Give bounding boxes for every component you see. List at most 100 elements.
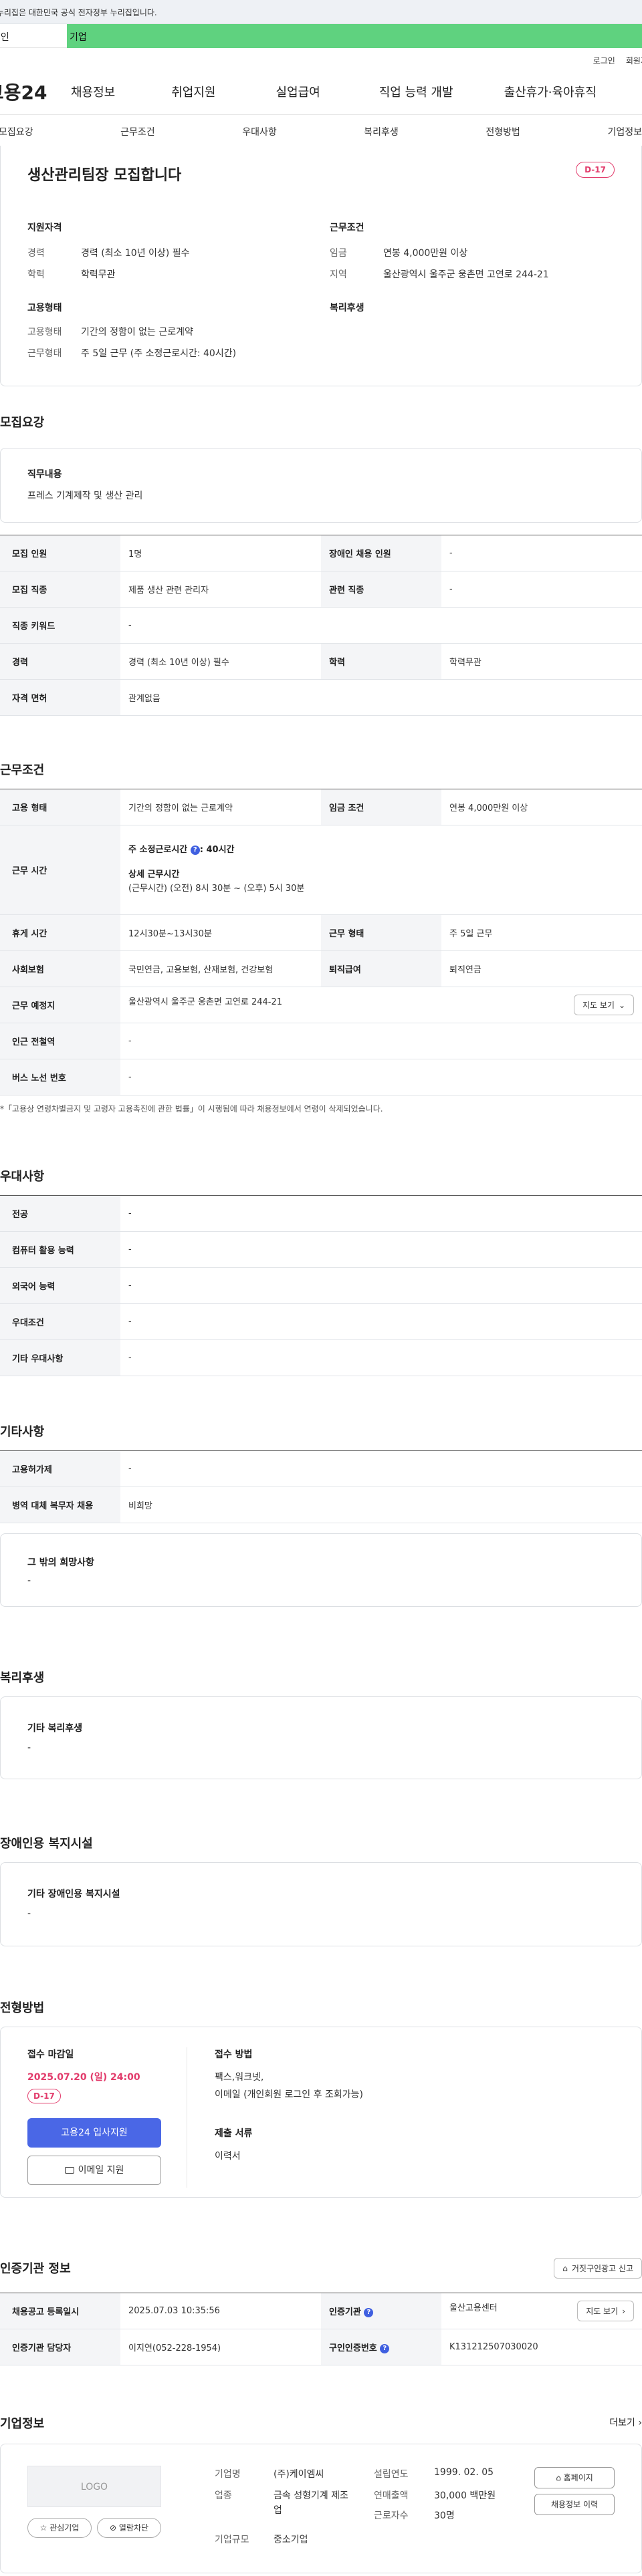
- subtab-recruit[interactable]: 모집요강: [0, 125, 33, 138]
- subtab-work-conditions[interactable]: 근무조건: [120, 125, 155, 138]
- welfare-summary-heading: 복리후생: [330, 303, 364, 313]
- work-conditions-heading: 근무조건: [0, 763, 45, 777]
- cell-value: -: [120, 1231, 642, 1268]
- recruit-table: 모집 인원 1명 장애인 채용 인원 - 모집 직종 제품 생산 관련 관리자 …: [0, 535, 642, 716]
- table-row: 직종 키워드 -: [0, 607, 642, 644]
- table-row: 채용공고 등록일시 2025.07.03 10:35:56 인증기관 ? 울산고…: [0, 2293, 642, 2329]
- company-field-label: 설립연도: [374, 2469, 409, 2480]
- report-false-ad-button[interactable]: ⌂ 거짓구인광고 신고: [554, 2258, 642, 2279]
- homepage-button[interactable]: ⌂ 홈페이지: [534, 2467, 615, 2488]
- cell-value: 1명: [120, 535, 321, 571]
- cell-label: 고용 형태: [0, 789, 120, 825]
- gnb-item-unemployment-benefits[interactable]: 실업급여: [276, 83, 320, 100]
- cell-label: 인증기관 ?: [321, 2293, 441, 2329]
- qualification-heading: 지원자격: [27, 223, 62, 233]
- qual-label: 경력: [27, 248, 45, 259]
- selection-heading: 전형방법: [0, 2001, 45, 2015]
- cell-value: 12시30분~13시30분: [120, 914, 321, 951]
- subtab-selection[interactable]: 전형방법: [486, 125, 520, 138]
- table-row: 근무 시간 주 소정근로시간 ?: 40시간 상세 근무시간 (근무시간) (오…: [0, 825, 642, 915]
- subtab-welfare[interactable]: 복리후생: [364, 125, 399, 138]
- job-history-button[interactable]: 채용정보 이력: [534, 2494, 615, 2515]
- company-field-label: 연매출액: [374, 2490, 409, 2501]
- info-icon[interactable]: ?: [364, 2307, 374, 2317]
- work-conditions-table: 고용 형태 기간의 정함이 없는 근로계약 임금 조건 연봉 4,000만원 이…: [0, 789, 642, 1096]
- subtab-company[interactable]: 기업정보: [607, 125, 642, 138]
- house-icon: ⌂: [562, 2263, 568, 2273]
- block-view-button[interactable]: ⊘ 열람차단: [97, 2518, 161, 2538]
- emp-label: 고용형태: [27, 327, 62, 338]
- company-field-value: 30명: [434, 2510, 455, 2521]
- cell-value: -: [120, 1059, 642, 1096]
- cert-map-button[interactable]: 지도 보기 ›: [577, 2301, 634, 2321]
- detail-hours-value: (근무시간) (오전) 8시 30분 ~ (오후) 5시 30분: [128, 883, 305, 894]
- selection-card: 접수 마감일 2025.07.20 (일) 24:00 D-17 고용24 입사…: [0, 2027, 642, 2198]
- work-value: 울산광역시 울주군 웅촌면 고연로 244-21: [383, 269, 549, 280]
- report-button-label: 거짓구인광고 신고: [571, 2264, 633, 2273]
- recruit-heading: 모집요강: [0, 416, 45, 430]
- deadline-label: 접수 마감일: [27, 2049, 74, 2060]
- company-field-value: 금속 성형기계 제조업: [274, 2490, 348, 2517]
- dday-badge: D-17: [27, 2089, 61, 2103]
- map-button-label: 지도 보기: [582, 1001, 615, 1010]
- docs-value: 이력서: [215, 2151, 241, 2162]
- cell-label: 휴게 시간: [0, 914, 120, 951]
- etc-table: 고용허가제 - 병역 대체 복무자 채용 비희망: [0, 1450, 642, 1523]
- tab-person[interactable]: 개인: [0, 24, 67, 48]
- cell-label: 경력: [0, 643, 120, 680]
- signup-link[interactable]: 회원가입: [626, 55, 642, 68]
- cell-value: 울산고용센터: [449, 2303, 498, 2313]
- company-card: LOGO ☆ 관심기업 ⊘ 열람차단 기업명 (주)케이엠씨 업종 금속 성형기…: [0, 2444, 642, 2573]
- qual-value: 경력 (최소 10년 이상) 필수: [81, 248, 190, 259]
- gnb-item-skills-development[interactable]: 직업 능력 개발: [379, 83, 453, 100]
- table-row: 외국어 능력 -: [0, 1267, 642, 1304]
- cell-value: -: [441, 535, 642, 571]
- apply-button[interactable]: 고용24 입사지원: [27, 2118, 161, 2148]
- subtab-preferences[interactable]: 우대사항: [242, 125, 277, 138]
- deadline-value: 2025.07.20 (일) 24:00: [27, 2072, 140, 2083]
- gnb-item-parental-leave[interactable]: 출산휴가·육아휴직: [504, 83, 597, 100]
- info-icon[interactable]: ?: [190, 845, 200, 855]
- info-icon[interactable]: ?: [380, 2343, 390, 2353]
- favorite-company-button[interactable]: ☆ 관심기업: [27, 2518, 92, 2538]
- cell-label: 채용공고 등록일시: [0, 2293, 120, 2329]
- gnb-item-jobs[interactable]: 채용정보: [71, 83, 115, 100]
- cert-agency-cell: 울산고용센터 지도 보기 ›: [441, 2293, 642, 2329]
- tab-company[interactable]: 기업: [67, 24, 642, 48]
- table-row: 우대조건 -: [0, 1303, 642, 1340]
- table-row: 고용허가제 -: [0, 1450, 642, 1487]
- top-links: 로그인 회원가입: [0, 48, 642, 68]
- cell-label: 인근 전철역: [0, 1023, 120, 1059]
- company-field-value: 30,000 백만원: [434, 2490, 496, 2501]
- cell-label: 근무 형태: [321, 914, 441, 951]
- company-field-label: 기업명: [215, 2469, 241, 2480]
- table-row: 기타 우대사항 -: [0, 1339, 642, 1376]
- cell-label: 인증기관 담당자: [0, 2329, 120, 2365]
- duty-card: 직무내용 프레스 기계제작 및 생산 관리: [0, 448, 642, 523]
- work-value: 연봉 4,000만원 이상: [383, 248, 468, 259]
- table-row: 근무 예정지 울산광역시 울주군 웅촌면 고연로 244-21 지도 보기 ⌄: [0, 987, 642, 1023]
- email-apply-button[interactable]: 이메일 지원: [27, 2156, 161, 2185]
- cell-label: 우대조건: [0, 1303, 120, 1340]
- cell-value: 국민연금, 고용보험, 산재보험, 건강보험: [120, 950, 321, 987]
- cell-label: 관련 직종: [321, 571, 441, 608]
- work-place-value: 울산광역시 울주군 웅촌면 고연로 244-21: [128, 997, 283, 1007]
- company-heading: 기업정보: [0, 2417, 45, 2431]
- company-more-link[interactable]: 더보기 ›: [609, 2416, 642, 2429]
- preferences-table: 전공 - 컴퓨터 활용 능력 - 외국어 능력 - 우대조건 - 기타 우대사항 -: [0, 1195, 642, 1376]
- site-logo[interactable]: 고용24: [0, 78, 60, 105]
- cell-label: 기타 우대사항: [0, 1339, 120, 1376]
- cell-label: 학력: [321, 643, 441, 680]
- preferences-heading: 우대사항: [0, 1170, 45, 1184]
- login-link[interactable]: 로그인: [593, 55, 615, 68]
- wish-heading: 그 밖의 희망사항: [27, 1557, 94, 1568]
- cert-table: 채용공고 등록일시 2025.07.03 10:35:56 인증기관 ? 울산고…: [0, 2293, 642, 2365]
- cell-value: -: [120, 607, 642, 644]
- cell-label: 장애인 채용 인원: [321, 535, 441, 571]
- disability-heading: 장애인용 복지시설: [0, 1837, 93, 1851]
- table-row: 버스 노선 번호 -: [0, 1059, 642, 1096]
- map-button[interactable]: 지도 보기 ⌄: [573, 995, 634, 1015]
- gnb-item-employment-support[interactable]: 취업지원: [171, 83, 215, 100]
- company-field-value: (주)케이엠씨: [274, 2469, 324, 2480]
- cell-value: 이지연(052-228-1954): [120, 2329, 321, 2365]
